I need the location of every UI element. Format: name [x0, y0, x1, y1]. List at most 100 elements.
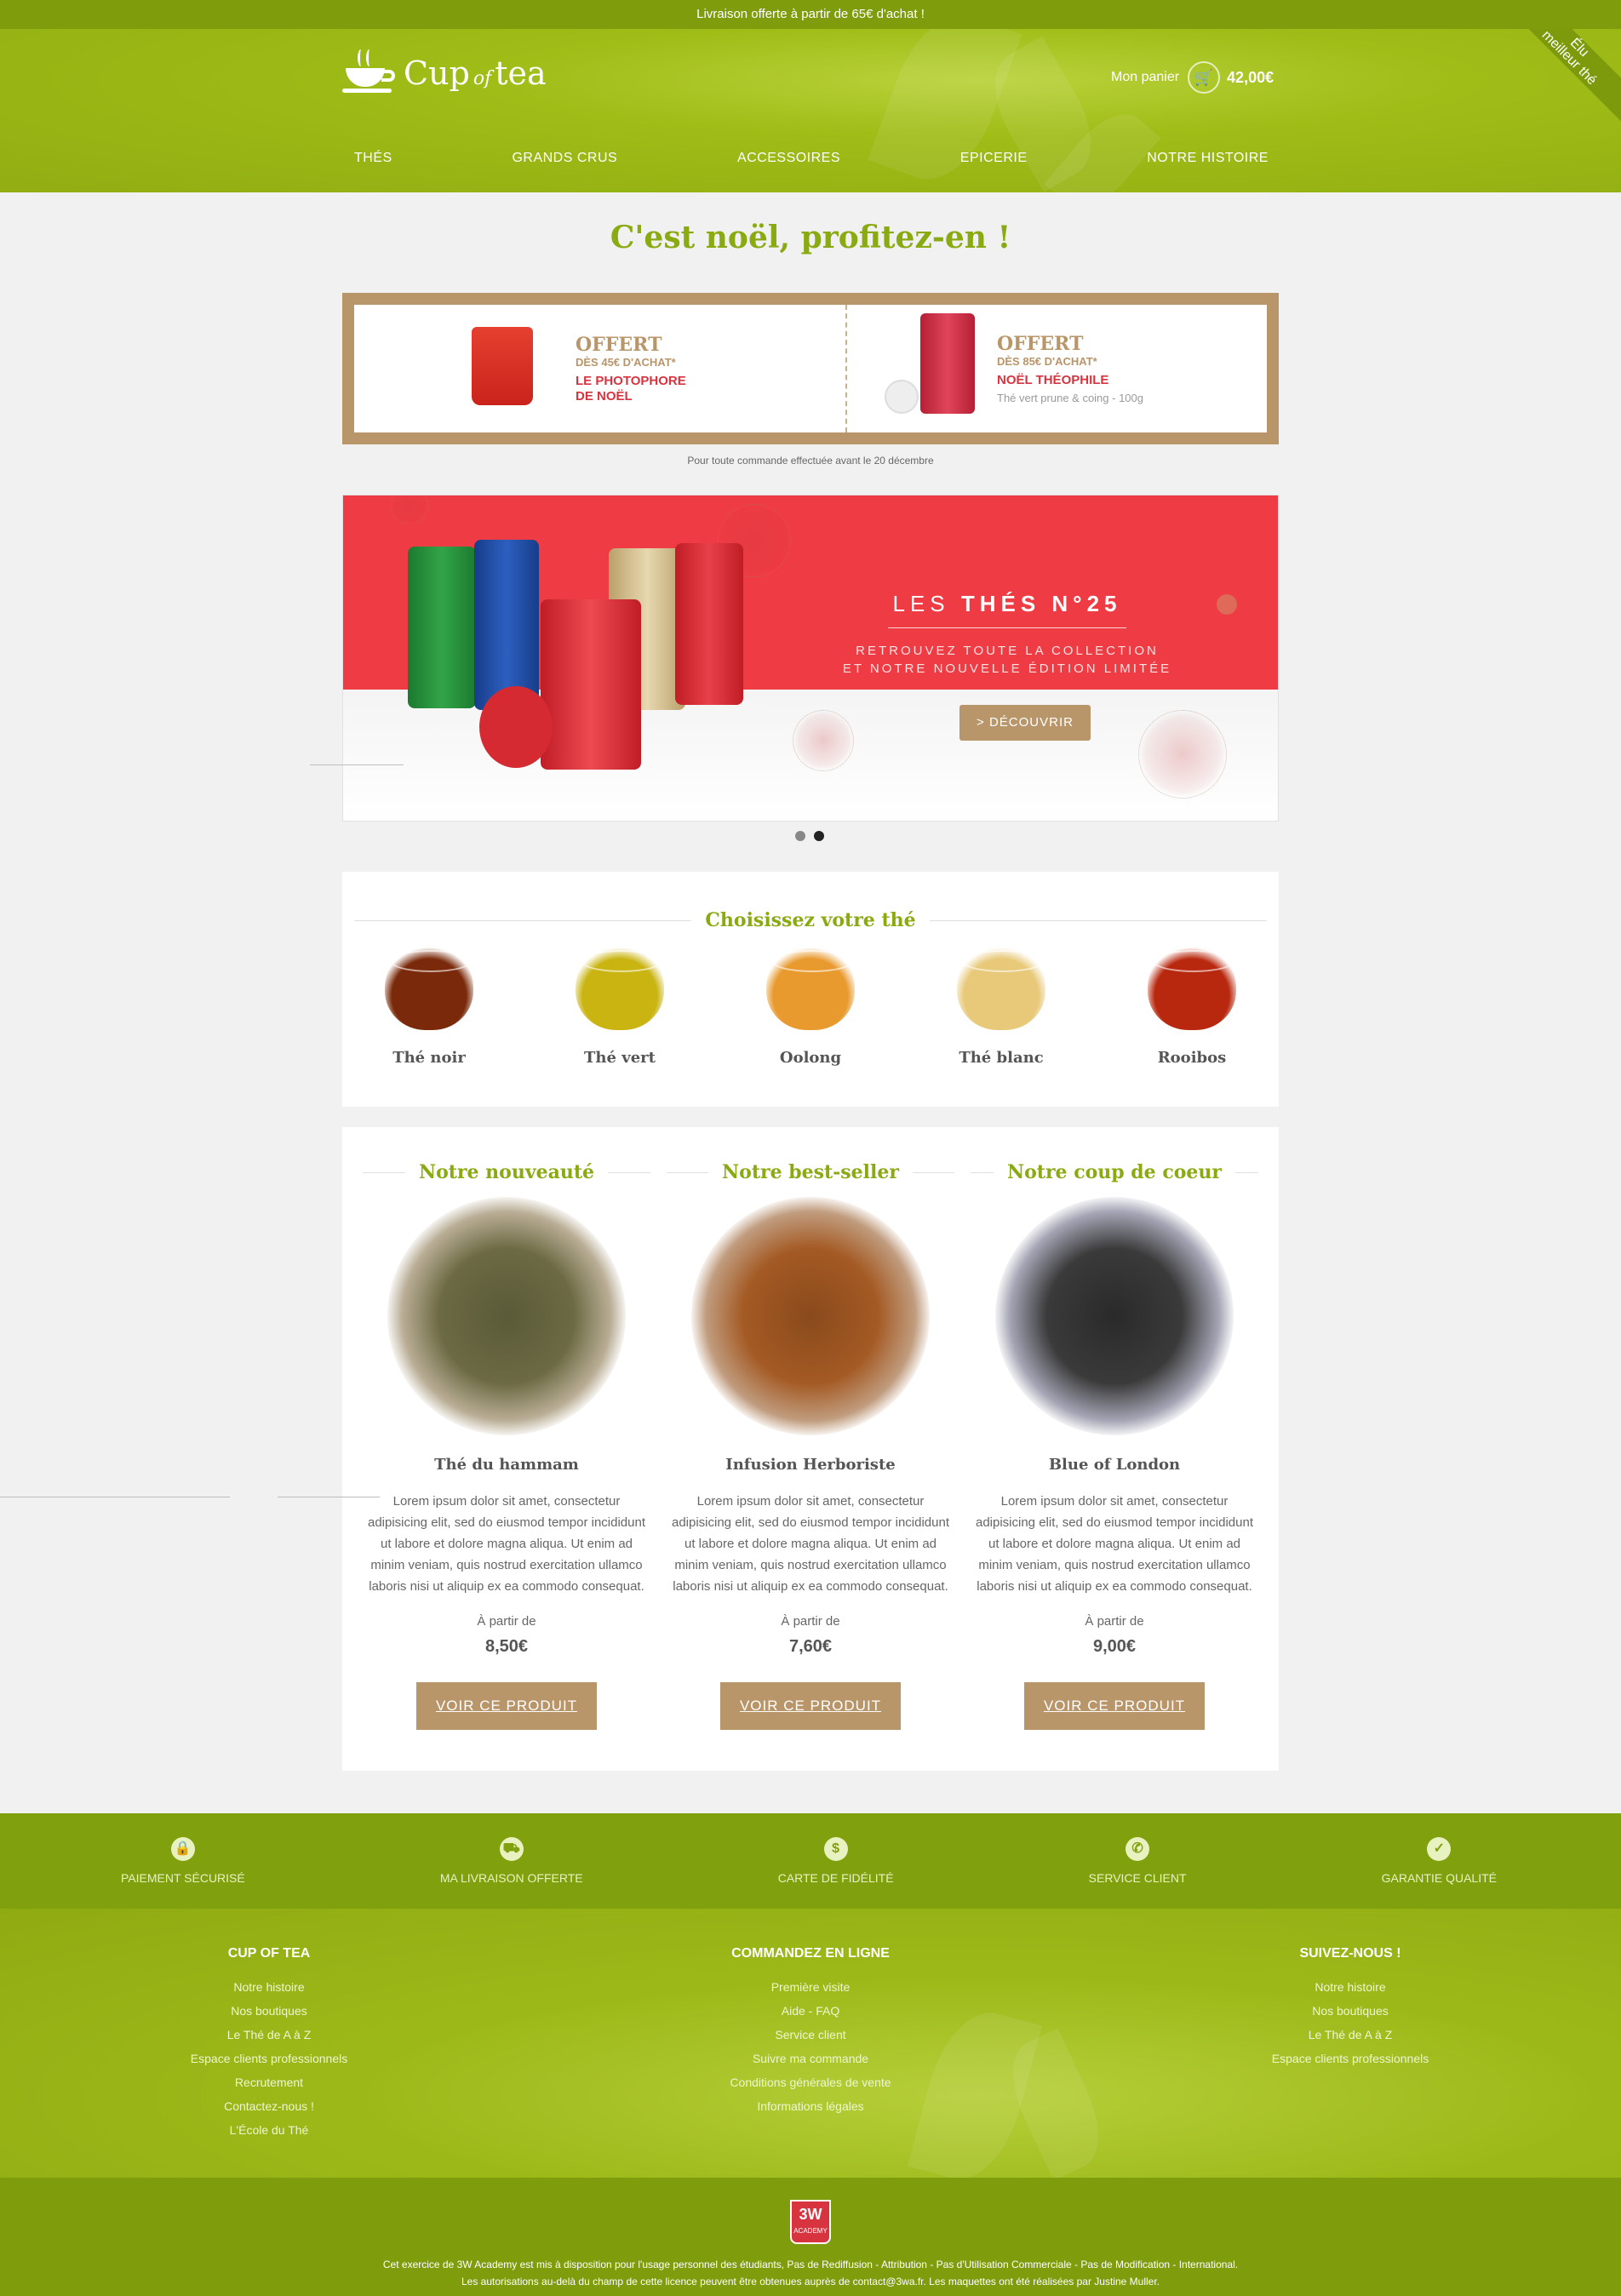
nav-item-grands-crus[interactable]: GRANDS CRUS — [512, 141, 617, 175]
view-product-button[interactable]: VOIR CE PRODUIT — [416, 1682, 597, 1730]
footer-link[interactable]: Suivre ma commande — [700, 2047, 921, 2070]
promo-offer-photophore: OFFERT DÈS 45€ D'ACHAT* LE PHOTOPHORE DE … — [354, 305, 845, 432]
cart-total: 42,00€ — [1227, 68, 1274, 86]
reassurance-loyalty: $ CARTE DE FIDÉLITÉ — [778, 1813, 894, 1909]
product-description: Lorem ipsum dolor sit amet, consectetur … — [975, 1494, 1253, 1594]
product-image[interactable] — [995, 1197, 1234, 1435]
nav-item-thes[interactable]: THÉS — [354, 141, 392, 175]
cart-label: Mon panier — [1111, 70, 1180, 84]
nav-item-accessoires[interactable]: ACCESSOIRES — [737, 141, 840, 175]
offer-description: Thé vert prune & coing - 100g — [997, 392, 1143, 404]
tea-type-list: Thé noir Thé vert Oolong Thé blanc Rooib… — [354, 945, 1267, 1067]
footer-link[interactable]: L'École du Thé — [167, 2118, 371, 2142]
promo-banner[interactable]: OFFERT DÈS 45€ D'ACHAT* LE PHOTOPHORE DE … — [342, 293, 1279, 444]
slider-pagination — [795, 831, 824, 841]
promo-offer-theophile: OFFERT DÈS 85€ D'ACHAT* NOËL THÉOPHILE T… — [845, 305, 1267, 432]
discover-button[interactable]: > DÉCOUVRIR — [959, 705, 1091, 741]
tea-tin-image — [920, 313, 975, 414]
footer-link[interactable]: Aide - FAQ — [700, 1999, 921, 2023]
product-name[interactable]: Blue of London — [971, 1456, 1258, 1474]
footer-link[interactable]: Recrutement — [167, 2070, 371, 2094]
slide-title: LES THÉS N°25 — [892, 591, 1122, 616]
footer-column-cup-of-tea: CUP OF TEA Notre histoire Nos boutiques … — [167, 1946, 371, 2142]
footer-link[interactable]: Notre histoire — [1248, 1975, 1452, 1999]
academy-badge-logo[interactable]: 3W ACADEMY — [790, 2200, 831, 2244]
tea-type-oolong[interactable]: Oolong — [759, 945, 862, 1067]
nav-item-epicerie[interactable]: EPICERIE — [960, 141, 1028, 175]
footer-link[interactable]: Contactez-nous ! — [167, 2094, 371, 2118]
tea-bowl-image — [766, 945, 855, 1030]
slider-dot[interactable] — [795, 831, 805, 841]
legal-text: Cet exercice de 3W Academy est mis à dis… — [382, 2259, 1239, 2287]
logo-text: Cup of tea — [404, 54, 547, 92]
product-price: 9,00€ — [1092, 1637, 1137, 1656]
tea-bowl-image — [1148, 945, 1236, 1030]
product-name[interactable]: Thé du hammam — [363, 1456, 650, 1474]
price-prefix: À partir de — [781, 1614, 840, 1629]
offer-threshold: DÈS 45€ D'ACHAT* — [576, 355, 676, 369]
slider-dot-active[interactable] — [814, 831, 824, 841]
product-price: 8,50€ — [484, 1637, 529, 1656]
tea-type-label: Oolong — [779, 1049, 842, 1067]
footer-column-title: COMMANDEZ EN LIGNE — [731, 1946, 890, 1961]
footer-link[interactable]: Service client — [700, 2023, 921, 2047]
footer-link[interactable]: Le Thé de A à Z — [167, 2023, 371, 2047]
footer-link[interactable]: Nos boutiques — [167, 1999, 371, 2023]
view-product-button[interactable]: VOIR CE PRODUIT — [1024, 1682, 1205, 1730]
footer-column-title: CUP OF TEA — [227, 1946, 311, 1961]
footer-link[interactable]: Première visite — [700, 1975, 921, 1999]
tea-type-blanc[interactable]: Thé blanc — [950, 945, 1052, 1067]
ornament-decoration — [793, 710, 854, 771]
best-tea-ribbon: Élu meilleur thé — [1493, 29, 1621, 134]
divider-line — [310, 764, 404, 765]
cart-summary[interactable]: Mon panier 🛒 42,00€ — [1111, 61, 1274, 94]
candle-image — [472, 327, 533, 405]
product-card: Notre nouveauté Thé du hammam Lorem ipsu… — [363, 1127, 650, 1730]
product-card: Notre coup de coeur Blue of London Lorem… — [971, 1127, 1258, 1730]
footer-link[interactable]: Nos boutiques — [1248, 1999, 1452, 2023]
nav-item-notre-histoire[interactable]: NOTRE HISTOIRE — [1147, 141, 1269, 175]
product-price: 7,60€ — [788, 1637, 833, 1656]
product-name[interactable]: Infusion Herboriste — [667, 1456, 954, 1474]
product-image[interactable] — [387, 1197, 626, 1435]
product-image[interactable] — [691, 1197, 930, 1435]
tin-lid-image — [885, 380, 919, 414]
offer-gift: LE PHOTOPHORE DE NOËL — [576, 373, 686, 404]
product-description: Lorem ipsum dolor sit amet, consectetur … — [671, 1494, 949, 1594]
page-title: C'est noël, profitez-en ! — [610, 220, 1011, 255]
tea-bowl-image — [385, 945, 473, 1030]
site-logo[interactable]: Cup of tea — [342, 48, 547, 99]
site-footer: CUP OF TEA Notre histoire Nos boutiques … — [0, 1909, 1621, 2178]
tea-type-rooibos[interactable]: Rooibos — [1141, 945, 1243, 1067]
tea-tin-image — [408, 547, 476, 708]
footer-link[interactable]: Espace clients professionnels — [167, 2047, 371, 2070]
product-card: Notre best-seller Infusion Herboriste Lo… — [667, 1127, 954, 1730]
product-heading: Notre best-seller — [667, 1161, 954, 1183]
tea-tin-image — [474, 540, 539, 710]
cart-icon[interactable]: 🛒 — [1188, 61, 1221, 94]
tea-bowl-image — [576, 945, 664, 1030]
shipping-banner: Livraison offerte à partir de 65€ d'acha… — [0, 0, 1621, 29]
reassurance-payment: 🔒 PAIEMENT SÉCURISÉ — [121, 1813, 245, 1909]
check-icon: ✓ — [1427, 1837, 1452, 1861]
footer-column-commandez: COMMANDEZ EN LIGNE Première visite Aide … — [700, 1946, 921, 2118]
main-nav: THÉS GRANDS CRUS ACCESSOIRES EPICERIE NO… — [342, 141, 1279, 175]
footer-link[interactable]: Espace clients professionnels — [1248, 2047, 1452, 2070]
tea-type-vert[interactable]: Thé vert — [569, 945, 671, 1067]
tea-tin-image — [541, 599, 641, 770]
view-product-button[interactable]: VOIR CE PRODUIT — [720, 1682, 901, 1730]
tea-type-noir[interactable]: Thé noir — [378, 945, 480, 1067]
footer-link[interactable]: Conditions générales de vente — [700, 2070, 921, 2094]
product-heading: Notre nouveauté — [363, 1161, 650, 1183]
reassurance-service: ✆ SERVICE CLIENT — [1089, 1813, 1187, 1909]
offer-title: OFFERT — [576, 333, 662, 356]
price-prefix: À partir de — [1085, 1614, 1144, 1629]
footer-link[interactable]: Le Thé de A à Z — [1248, 2023, 1452, 2047]
tea-tin-image — [675, 543, 743, 705]
offer-threshold: DÈS 85€ D'ACHAT* — [997, 355, 1097, 368]
tea-type-label: Thé noir — [392, 1049, 466, 1067]
footer-link[interactable]: Informations légales — [700, 2094, 921, 2118]
hero-slider[interactable]: LES THÉS N°25 RETROUVEZ TOUTE LA COLLECT… — [342, 495, 1279, 822]
product-heading: Notre coup de coeur — [971, 1161, 1258, 1183]
footer-link[interactable]: Notre histoire — [167, 1975, 371, 1999]
